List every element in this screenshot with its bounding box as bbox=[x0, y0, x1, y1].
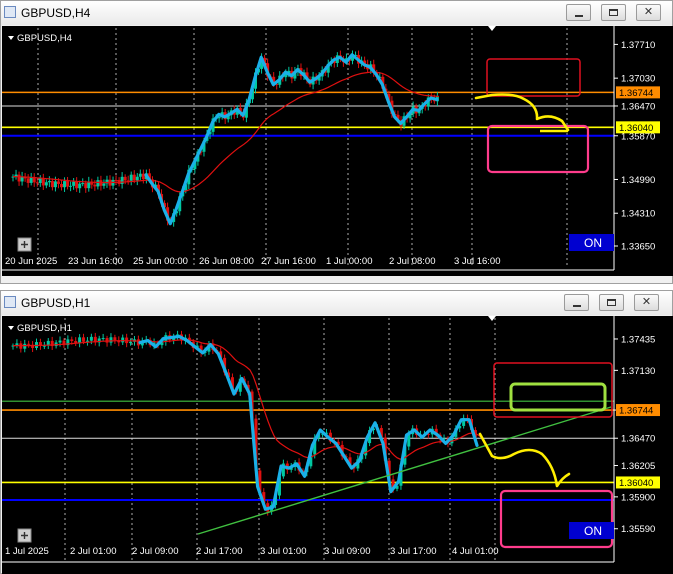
time-tick-label: 23 Jun 16:00 bbox=[68, 256, 123, 267]
candle-body bbox=[44, 182, 48, 186]
candle-body bbox=[23, 343, 27, 349]
minimize-button[interactable] bbox=[564, 294, 589, 311]
maximize-button[interactable] bbox=[599, 294, 624, 311]
price-tick-label: 1.36470 bbox=[621, 101, 655, 112]
price-chart-h1[interactable]: 1.37435 1.37130 1.36744 1.36470 1.36205 1.359… bbox=[2, 316, 673, 574]
candle-body bbox=[50, 180, 54, 188]
candle-body bbox=[17, 174, 21, 182]
window-titlebar[interactable]: GBPUSD,H1 bbox=[1, 291, 672, 315]
candle-body bbox=[141, 173, 145, 180]
chart-app-icon bbox=[4, 6, 16, 18]
price-tick-label: 1.36470 bbox=[621, 434, 655, 445]
candle-body bbox=[27, 343, 31, 345]
symbol-label: GBPUSD,H4 bbox=[17, 33, 72, 44]
time-tick-label: 25 Jun 00:00 bbox=[133, 256, 188, 267]
price-tick-label: 1.37130 bbox=[621, 366, 655, 377]
candle-body bbox=[89, 336, 93, 341]
time-tick-label: 2 Jul 08:00 bbox=[389, 256, 435, 267]
time-tick-label: 3 Jul 09:00 bbox=[324, 546, 370, 557]
candle-body bbox=[96, 180, 100, 187]
price-tick-label: 1.35590 bbox=[621, 524, 655, 535]
candle-body bbox=[66, 181, 70, 187]
price-tick-label: 1.37710 bbox=[621, 40, 655, 51]
price-tick-label: 1.34310 bbox=[621, 209, 655, 220]
close-button[interactable] bbox=[634, 294, 659, 311]
candle-body bbox=[69, 185, 73, 187]
window-title: GBPUSD,H4 bbox=[21, 6, 91, 20]
candle-body bbox=[53, 181, 57, 188]
window-titlebar[interactable]: GBPUSD,H4 bbox=[1, 1, 672, 25]
price-tick-label: 1.34990 bbox=[621, 175, 655, 186]
candle-body bbox=[113, 337, 117, 341]
time-tick-label: 3 Jul 17:00 bbox=[390, 546, 436, 557]
chart-window-h4[interactable]: GBPUSD,H4 1.377101.370301.364701.358701.… bbox=[0, 0, 673, 284]
candle-body bbox=[75, 181, 79, 189]
close-button[interactable] bbox=[636, 4, 661, 21]
time-tick-label: 3 Jul 01:00 bbox=[260, 546, 306, 557]
candle-body bbox=[129, 341, 133, 344]
candle-body bbox=[60, 183, 63, 188]
level-price-label: 1.36040 bbox=[619, 478, 653, 489]
on-badge-label: ON bbox=[584, 236, 602, 250]
candle-body bbox=[47, 180, 51, 183]
candle-body bbox=[72, 181, 76, 186]
level-price-label: 1.36744 bbox=[619, 88, 653, 99]
candle-body bbox=[102, 183, 106, 186]
candle-body bbox=[56, 181, 60, 184]
candle-body bbox=[84, 183, 88, 189]
time-tick-label: 27 Jun 16:00 bbox=[261, 256, 316, 267]
time-tick-label: 20 Jun 2025 bbox=[5, 256, 57, 267]
candle-body bbox=[135, 176, 139, 181]
time-tick-label: 1 Jul 2025 bbox=[5, 546, 49, 557]
price-chart-h4[interactable]: 1.377101.370301.364701.358701.349901.343… bbox=[2, 26, 673, 276]
candle-body bbox=[26, 178, 30, 183]
candle-body bbox=[58, 340, 62, 343]
candle-body bbox=[132, 174, 136, 181]
time-tick-label: 2 Jul 01:00 bbox=[70, 546, 116, 557]
time-tick-label: 3 Jul 16:00 bbox=[454, 256, 500, 267]
candle-body bbox=[35, 182, 39, 184]
candle-body bbox=[78, 183, 82, 189]
minimize-button[interactable] bbox=[566, 4, 591, 21]
candle-body bbox=[129, 174, 133, 181]
candle-body bbox=[109, 337, 113, 343]
level-price-label: 1.36744 bbox=[619, 406, 653, 417]
candle-body bbox=[93, 184, 97, 187]
price-tick-label: 1.33650 bbox=[621, 242, 655, 253]
candle-body bbox=[63, 181, 67, 188]
candle-body bbox=[101, 338, 105, 340]
time-tick-label: 2 Jul 09:00 bbox=[132, 546, 178, 557]
on-badge-label: ON bbox=[584, 524, 602, 538]
candle-body bbox=[38, 178, 42, 183]
candle-body bbox=[81, 183, 85, 185]
candle-body bbox=[120, 176, 124, 184]
time-tick-label: 1 Jul 00:00 bbox=[326, 256, 372, 267]
price-tick-label: 1.36205 bbox=[621, 461, 655, 472]
price-tick-label: 1.37030 bbox=[621, 74, 655, 85]
time-tick-label: 2 Jul 17:00 bbox=[196, 546, 242, 557]
level-price-label: 1.36040 bbox=[619, 123, 653, 134]
maximize-button[interactable] bbox=[601, 4, 626, 21]
candle-body bbox=[82, 337, 86, 342]
window-title: GBPUSD,H1 bbox=[21, 296, 91, 310]
candle-body bbox=[41, 178, 45, 186]
candle-body bbox=[70, 339, 74, 341]
candle-body bbox=[123, 176, 127, 181]
symbol-label: GBPUSD,H1 bbox=[17, 323, 72, 334]
time-tick-label: 4 Jul 01:00 bbox=[452, 546, 498, 557]
candle-body bbox=[114, 179, 118, 181]
candle-body bbox=[121, 337, 125, 343]
chart-app-icon bbox=[4, 296, 16, 308]
chart-window-h1[interactable]: GBPUSD,H1 1.374351.371301.367441.364701.… bbox=[0, 290, 673, 574]
candle-body bbox=[138, 173, 142, 177]
price-tick-label: 1.35900 bbox=[621, 492, 655, 503]
price-tick-label: 1.37435 bbox=[621, 334, 655, 345]
time-tick-label: 26 Jun 08:00 bbox=[199, 256, 254, 267]
candle-body bbox=[105, 338, 109, 343]
